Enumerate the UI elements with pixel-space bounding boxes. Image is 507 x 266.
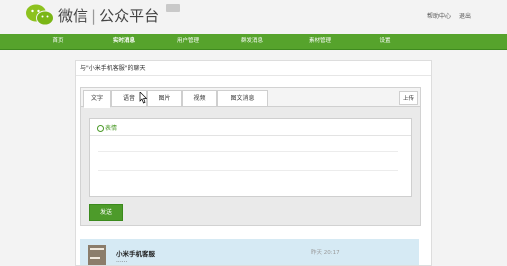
- title-divider: [76, 75, 431, 76]
- top-header: 微信 | 公众平台 帮助中心 退出: [0, 0, 507, 34]
- chat-panel: 与"小米手机客服"的聊天 文字 语音 图片 视频 图文消息 上传 表情 发送 小…: [75, 60, 432, 266]
- compose-box: 文字 语音 图片 视频 图文消息 上传 表情 发送: [80, 87, 421, 226]
- editor-line: [98, 151, 398, 152]
- message-preview: ......: [116, 257, 128, 264]
- wechat-logo-icon[interactable]: [25, 3, 55, 27]
- tab-rich-message[interactable]: 图文消息: [217, 90, 268, 107]
- compose-tabs: 文字 语音 图片 视频 图文消息 上传: [81, 88, 420, 108]
- avatar-stripe: [90, 248, 104, 250]
- smiley-icon: [97, 125, 104, 132]
- logout-link[interactable]: 退出: [459, 13, 471, 20]
- beta-badge: [166, 4, 180, 12]
- upload-button[interactable]: 上传: [398, 91, 418, 105]
- message-editor[interactable]: 表情: [89, 118, 412, 197]
- sender-avatar: [88, 245, 106, 265]
- editor-line: [98, 170, 398, 171]
- editor-toolbar: 表情: [90, 119, 411, 136]
- nav-item-materials[interactable]: 素材管理: [298, 34, 342, 49]
- nav-item-mass-messages[interactable]: 群发消息: [230, 34, 274, 49]
- send-button[interactable]: 发送: [89, 204, 123, 221]
- avatar-stripe: [90, 257, 100, 259]
- brand-name: 微信: [58, 7, 89, 25]
- nav-item-settings[interactable]: 设置: [365, 34, 405, 49]
- brand-separator: |: [91, 7, 97, 25]
- emoji-label: 表情: [105, 125, 118, 132]
- tab-text[interactable]: 文字: [83, 90, 111, 108]
- nav-item-realtime-messages[interactable]: 实时消息: [102, 34, 146, 49]
- nav-item-home[interactable]: 首页: [38, 34, 78, 49]
- tab-video[interactable]: 视频: [182, 90, 217, 107]
- tab-image[interactable]: 图片: [147, 90, 182, 107]
- brand-product: 公众平台: [99, 7, 160, 25]
- mouse-pointer-icon: [139, 92, 147, 104]
- chat-title: 与"小米手机客服"的聊天: [80, 65, 146, 72]
- message-list-item[interactable]: 小米手机客服 ...... 昨天 20:17: [80, 239, 419, 265]
- message-time: 昨天 20:17: [311, 250, 340, 256]
- brand-title: 微信 | 公众平台: [58, 5, 159, 26]
- top-links: 帮助中心 退出: [421, 11, 471, 20]
- main-nav: 首页 实时消息 用户管理 群发消息 素材管理 设置: [0, 34, 507, 50]
- emoji-button[interactable]: 表情: [97, 123, 117, 132]
- nav-item-user-management[interactable]: 用户管理: [166, 34, 210, 49]
- help-link[interactable]: 帮助中心: [427, 13, 451, 20]
